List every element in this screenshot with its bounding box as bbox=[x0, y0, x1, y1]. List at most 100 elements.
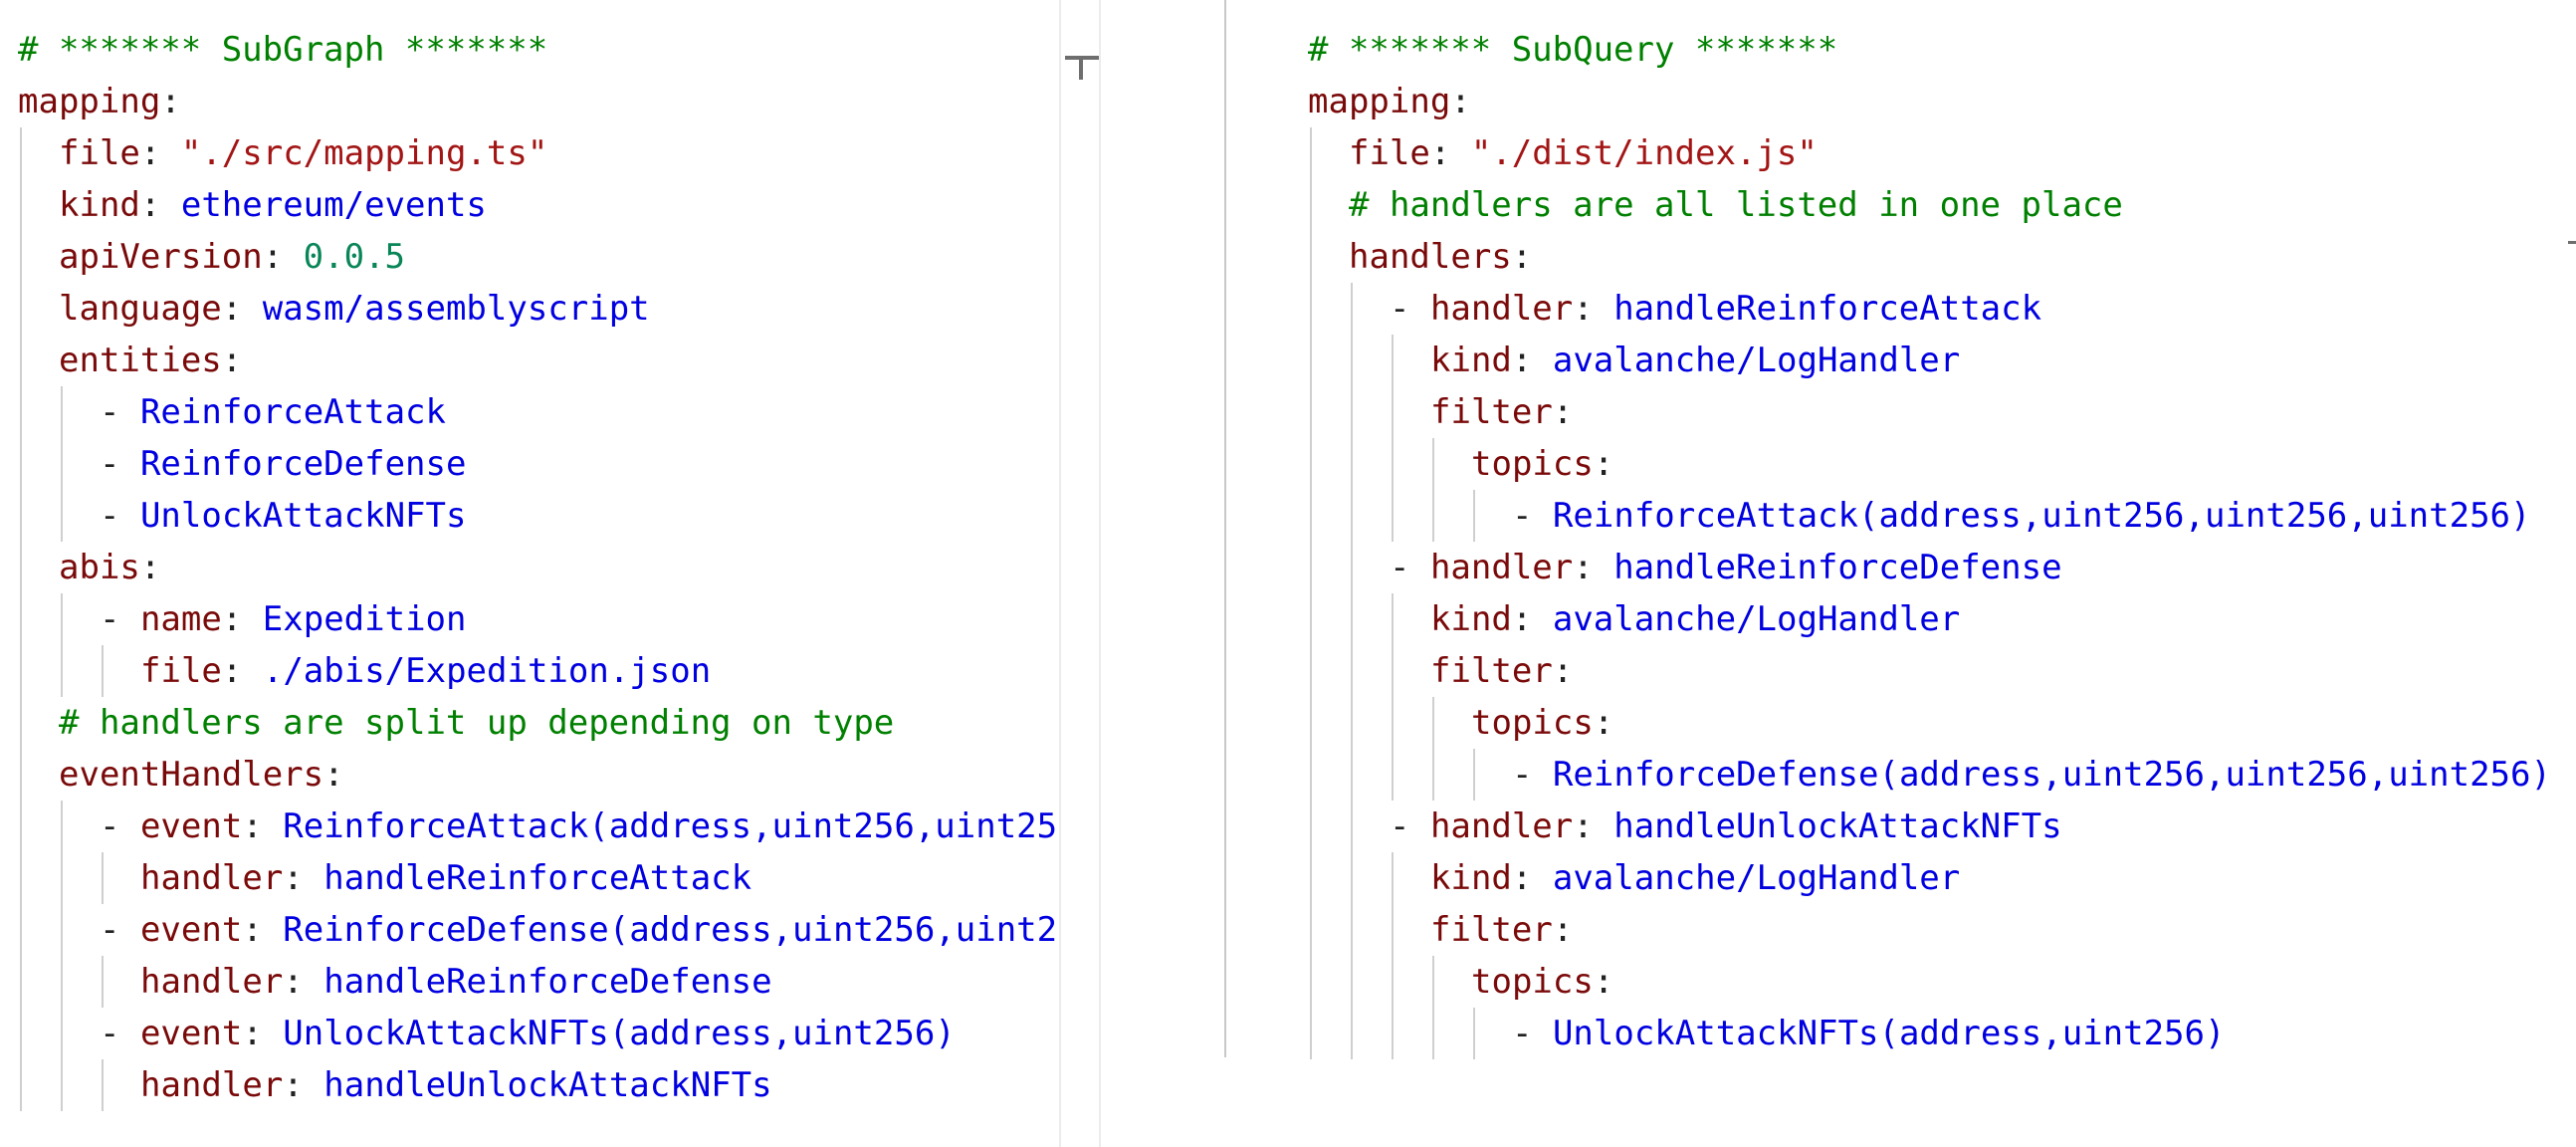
code-token-punct: : bbox=[283, 1065, 324, 1105]
code-line[interactable]: - name: Expedition bbox=[0, 593, 1059, 645]
indent-guide bbox=[1392, 904, 1394, 956]
code-token-ident: avalanche/LogHandler bbox=[1552, 599, 1961, 639]
code-text: handler: handleUnlockAttackNFTs bbox=[140, 1059, 772, 1111]
code-token-ident: ReinforceDefense(address,uint256,uint25 bbox=[283, 910, 1059, 950]
indent-guide bbox=[1392, 645, 1394, 697]
indent-guide bbox=[1351, 749, 1353, 801]
code-text: handler: handleReinforceDefense bbox=[140, 956, 772, 1008]
indent-guide bbox=[20, 645, 22, 697]
code-token-key: handler bbox=[140, 1065, 284, 1105]
code-line[interactable]: handler: handleReinforceDefense bbox=[0, 956, 1059, 1008]
indent-guide bbox=[20, 801, 22, 852]
code-line[interactable]: # handlers are all listed in one place bbox=[1240, 179, 2576, 231]
code-text: kind: ethereum/events bbox=[59, 179, 487, 231]
code-line[interactable]: - event: UnlockAttackNFTs(address,uint25… bbox=[0, 1008, 1059, 1059]
indent-guide bbox=[20, 749, 22, 801]
code-token-key: kind bbox=[59, 185, 140, 225]
indent-guide bbox=[20, 490, 22, 542]
indent-guide bbox=[1473, 749, 1475, 801]
code-line[interactable]: file: "./dist/index.js" bbox=[1240, 127, 2576, 179]
code-line[interactable]: - event: ReinforceDefense(address,uint25… bbox=[0, 904, 1059, 956]
code-token-comment: # handlers are split up depending on typ… bbox=[59, 703, 895, 743]
code-token-punct: - bbox=[1512, 1014, 1553, 1053]
code-line[interactable]: kind: avalanche/LogHandler bbox=[1240, 852, 2576, 904]
code-token-key: mapping bbox=[18, 82, 161, 121]
code-text: mapping: bbox=[1308, 76, 1471, 127]
code-token-punct: : bbox=[242, 1014, 284, 1053]
code-token-punct: : bbox=[221, 289, 263, 329]
code-text: # ******* SubGraph ******* bbox=[18, 24, 547, 76]
code-token-punct: - bbox=[1512, 755, 1553, 795]
indent-guide bbox=[1351, 283, 1353, 335]
code-line[interactable]: filter: bbox=[1240, 386, 2576, 438]
code-line[interactable]: apiVersion: 0.0.5 bbox=[0, 231, 1059, 283]
indent-guide bbox=[1351, 956, 1353, 1008]
code-line[interactable]: - handler: handleReinforceAttack bbox=[1240, 283, 2576, 335]
code-line[interactable]: abis: bbox=[0, 542, 1059, 593]
code-token-ident: wasm/assemblyscript bbox=[262, 289, 650, 329]
indent-guide bbox=[20, 386, 22, 438]
code-text: abis: bbox=[59, 542, 160, 593]
code-line[interactable]: - handler: handleReinforceDefense bbox=[1240, 542, 2576, 593]
code-line[interactable]: file: ./abis/Expedition.json bbox=[0, 645, 1059, 697]
indent-guide bbox=[61, 1008, 63, 1059]
indent-guide bbox=[1392, 956, 1394, 1008]
code-line[interactable]: handler: handleUnlockAttackNFTs bbox=[0, 1059, 1059, 1111]
code-token-key: topics bbox=[1471, 703, 1594, 743]
indent-guide bbox=[20, 593, 22, 645]
code-line[interactable]: file: "./src/mapping.ts" bbox=[0, 127, 1059, 179]
code-token-punct: : bbox=[221, 341, 243, 380]
code-line[interactable]: entities: bbox=[0, 335, 1059, 386]
code-token-ident: handleUnlockAttackNFTs bbox=[1613, 806, 2062, 846]
code-line[interactable]: - handler: handleUnlockAttackNFTs bbox=[1240, 801, 2576, 852]
code-text: handler: handleReinforceAttack bbox=[140, 852, 751, 904]
left-scrollbar-grip[interactable] bbox=[1079, 56, 1083, 80]
code-line[interactable]: mapping: bbox=[0, 76, 1059, 127]
code-line[interactable]: # ******* SubGraph ******* bbox=[0, 24, 1059, 76]
code-line[interactable]: eventHandlers: bbox=[0, 749, 1059, 801]
code-line[interactable]: topics: bbox=[1240, 697, 2576, 749]
code-token-punct: - bbox=[1390, 806, 1430, 846]
code-text: mapping: bbox=[18, 76, 181, 127]
code-line[interactable]: mapping: bbox=[1240, 76, 2576, 127]
indent-guide bbox=[1392, 335, 1394, 386]
code-line[interactable]: kind: avalanche/LogHandler bbox=[1240, 593, 2576, 645]
code-line[interactable]: handlers: bbox=[1240, 231, 2576, 283]
indent-guide bbox=[102, 645, 104, 697]
code-line[interactable]: - ReinforceAttack(address,uint256,uint25… bbox=[1240, 490, 2576, 542]
code-line[interactable]: - ReinforceDefense bbox=[0, 438, 1059, 490]
code-line[interactable]: - UnlockAttackNFTs bbox=[0, 490, 1059, 542]
code-line[interactable]: filter: bbox=[1240, 645, 2576, 697]
indent-guide bbox=[1310, 749, 1312, 801]
indent-guide bbox=[61, 801, 63, 852]
code-line[interactable]: # handlers are split up depending on typ… bbox=[0, 697, 1059, 749]
code-line[interactable]: handler: handleReinforceAttack bbox=[0, 852, 1059, 904]
code-line[interactable]: language: wasm/assemblyscript bbox=[0, 283, 1059, 335]
indent-guide bbox=[1310, 335, 1312, 386]
code-line[interactable]: - event: ReinforceAttack(address,uint256… bbox=[0, 801, 1059, 852]
code-text: topics: bbox=[1471, 697, 1613, 749]
code-token-punct: - bbox=[100, 1014, 140, 1053]
code-line[interactable]: kind: ethereum/events bbox=[0, 179, 1059, 231]
indent-guide bbox=[61, 490, 63, 542]
code-line[interactable]: - UnlockAttackNFTs(address,uint256) bbox=[1240, 1008, 2576, 1059]
code-line[interactable]: filter: bbox=[1240, 904, 2576, 956]
code-line[interactable]: - ReinforceDefense(address,uint256,uint2… bbox=[1240, 749, 2576, 801]
indent-guide bbox=[1432, 1008, 1434, 1059]
indent-guide bbox=[1351, 904, 1353, 956]
code-token-punct: : bbox=[221, 651, 263, 691]
code-line[interactable]: - ReinforceAttack bbox=[0, 386, 1059, 438]
indent-guide bbox=[1310, 386, 1312, 438]
indent-guide bbox=[20, 904, 22, 956]
code-line[interactable]: topics: bbox=[1240, 438, 2576, 490]
right-editor-pane[interactable]: # ******* SubQuery ******* mapping: file: … bbox=[1240, 0, 2576, 1147]
left-editor-pane[interactable]: # ******* SubGraph ******* mapping: file: … bbox=[0, 0, 1059, 1147]
right-scrollbar-thumb[interactable] bbox=[2568, 241, 2576, 244]
code-line[interactable]: topics: bbox=[1240, 956, 2576, 1008]
code-line[interactable]: kind: avalanche/LogHandler bbox=[1240, 335, 2576, 386]
indent-guide bbox=[20, 697, 22, 749]
code-token-punct: - bbox=[1512, 496, 1553, 536]
code-token-ident: handleUnlockAttackNFTs bbox=[323, 1065, 772, 1105]
code-line[interactable]: # ******* SubQuery ******* bbox=[1240, 24, 2576, 76]
code-token-comment: # ******* SubQuery ******* bbox=[1308, 30, 1838, 70]
